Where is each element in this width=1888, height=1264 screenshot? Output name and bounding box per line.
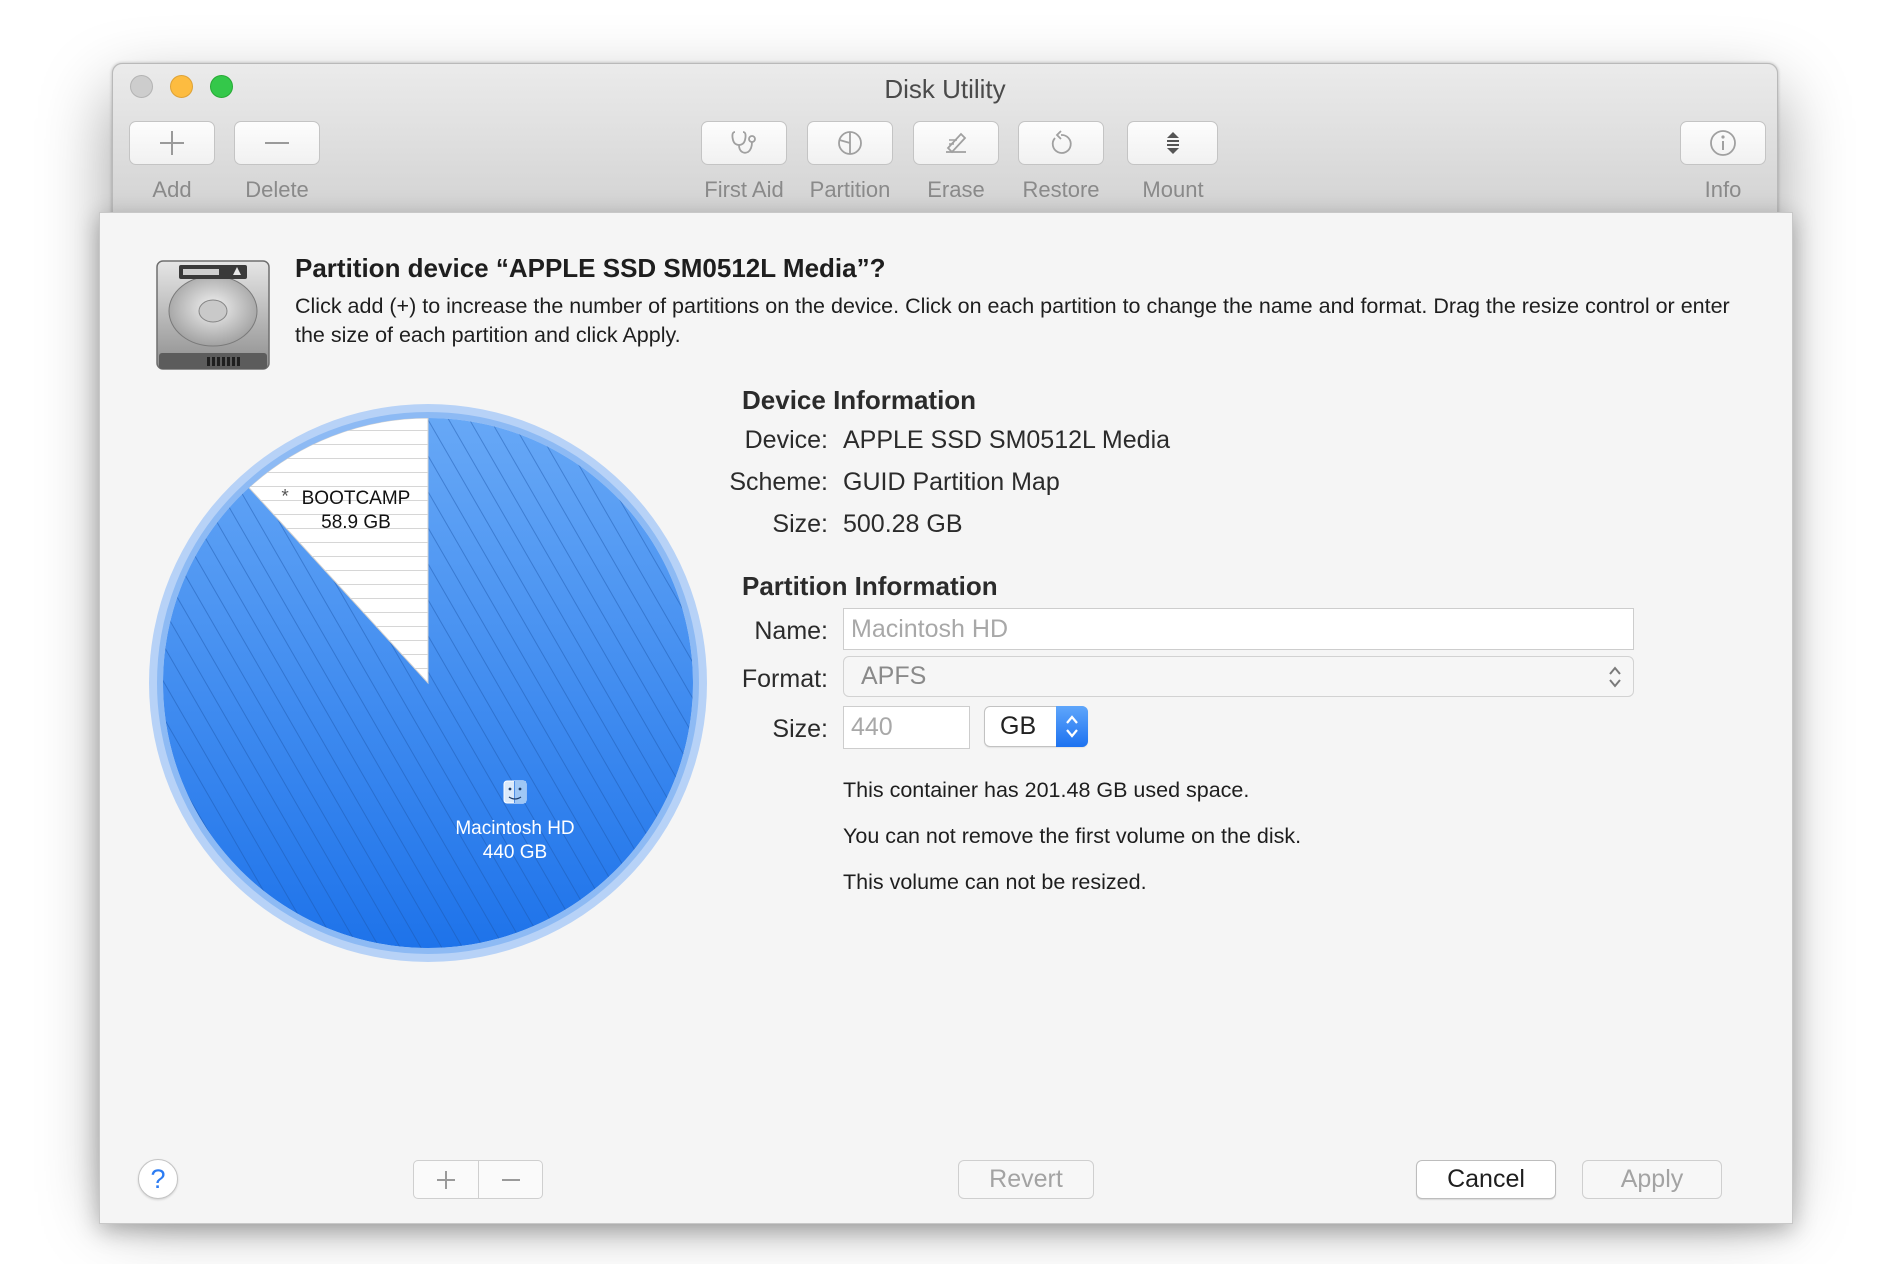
device-info-heading: Device Information	[742, 385, 977, 415]
partition-name-field[interactable]: Macintosh HD	[843, 608, 1634, 650]
note-used-space: This container has 201.48 GB used space.	[843, 778, 1250, 802]
plus-icon	[437, 1170, 455, 1189]
info-icon	[1710, 130, 1736, 156]
restore-button[interactable]	[1018, 121, 1104, 165]
name-label: Name:	[754, 617, 828, 645]
format-label: Format:	[741, 665, 828, 693]
scheme-value: GUID Partition Map	[843, 468, 1060, 496]
delete-label: Delete	[245, 177, 309, 202]
window-title: Disk Utility	[884, 74, 1006, 104]
cancel-button[interactable]: Cancel	[1416, 1160, 1556, 1199]
erase-label: Erase	[927, 177, 985, 202]
erase-icon	[946, 132, 967, 154]
partition-label: Partition	[809, 177, 891, 202]
size-unit-value: GB	[1000, 712, 1037, 740]
mount-label: Mount	[1142, 177, 1204, 202]
hard-drive-icon	[156, 260, 270, 370]
mount-button[interactable]	[1127, 121, 1218, 165]
chevron-up-down-icon	[1066, 715, 1078, 738]
plus-icon	[160, 131, 184, 155]
minus-icon	[265, 142, 289, 144]
help-button[interactable]: ?	[138, 1159, 178, 1199]
format-popup[interactable]: APFS	[843, 656, 1634, 697]
pie-label-macintosh-hd-size: 440 GB	[483, 842, 547, 863]
pie-label-macintosh-hd-name: Macintosh HD	[455, 818, 574, 839]
add-partition-button[interactable]	[414, 1161, 478, 1198]
partition-name-placeholder: Macintosh HD	[851, 615, 1008, 643]
revert-button[interactable]: Revert	[958, 1160, 1094, 1199]
partition-pie-chart[interactable]: BOOTCAMP 58.9 GB * Macintosh HD 440 GB	[147, 402, 709, 964]
device-size-value: 500.28 GB	[843, 510, 963, 538]
title-bar: Disk Utility Add Delete First Aid Partit…	[113, 64, 1777, 214]
format-value: APFS	[861, 662, 927, 690]
sheet-description: Click add (+) to increase the number of …	[295, 294, 1730, 347]
mount-icon	[1166, 132, 1179, 154]
restore-icon	[1051, 130, 1072, 154]
partition-button[interactable]	[807, 121, 893, 165]
partition-icon	[838, 131, 862, 155]
partition-sheet: Partition device “APPLE SSD SM0512L Medi…	[99, 212, 1793, 1224]
size-unit-popup[interactable]: GB	[984, 706, 1088, 747]
apply-button[interactable]: Apply	[1582, 1160, 1722, 1199]
info-button[interactable]	[1680, 121, 1766, 165]
note-not-resizable: This volume can not be resized.	[843, 870, 1147, 894]
device-value: APPLE SSD SM0512L Media	[843, 426, 1171, 454]
partition-size-label: Size:	[772, 715, 828, 743]
minus-icon	[502, 1178, 520, 1181]
partition-size-value: 440	[851, 713, 893, 741]
first-aid-button[interactable]	[701, 121, 787, 165]
note-first-volume: You can not remove the first volume on t…	[843, 824, 1302, 848]
erase-button[interactable]	[913, 121, 999, 165]
add-button[interactable]	[129, 121, 215, 165]
device-label: Device:	[744, 426, 828, 454]
sheet-title: Partition device “APPLE SSD SM0512L Medi…	[295, 253, 886, 283]
partition-info-heading: Partition Information	[742, 571, 998, 601]
add-label: Add	[152, 177, 192, 202]
scheme-label: Scheme:	[729, 468, 828, 496]
restore-label: Restore	[1022, 177, 1100, 202]
pie-label-bootcamp-size: 58.9 GB	[321, 512, 391, 533]
delete-button[interactable]	[234, 121, 320, 165]
remove-partition-button[interactable]	[479, 1161, 543, 1198]
info-label: Info	[1704, 177, 1742, 202]
stethoscope-icon	[731, 131, 756, 154]
unit-stepper	[1056, 706, 1088, 747]
chevron-up-down-icon	[1609, 666, 1621, 688]
device-size-label: Size:	[772, 510, 828, 538]
finder-icon	[503, 780, 527, 804]
partition-size-field[interactable]: 440	[843, 706, 970, 749]
partition-add-remove-control	[413, 1160, 543, 1199]
pie-resize-marker: *	[281, 486, 289, 507]
first-aid-label: First Aid	[704, 177, 784, 202]
pie-label-bootcamp-name: BOOTCAMP	[302, 488, 411, 509]
